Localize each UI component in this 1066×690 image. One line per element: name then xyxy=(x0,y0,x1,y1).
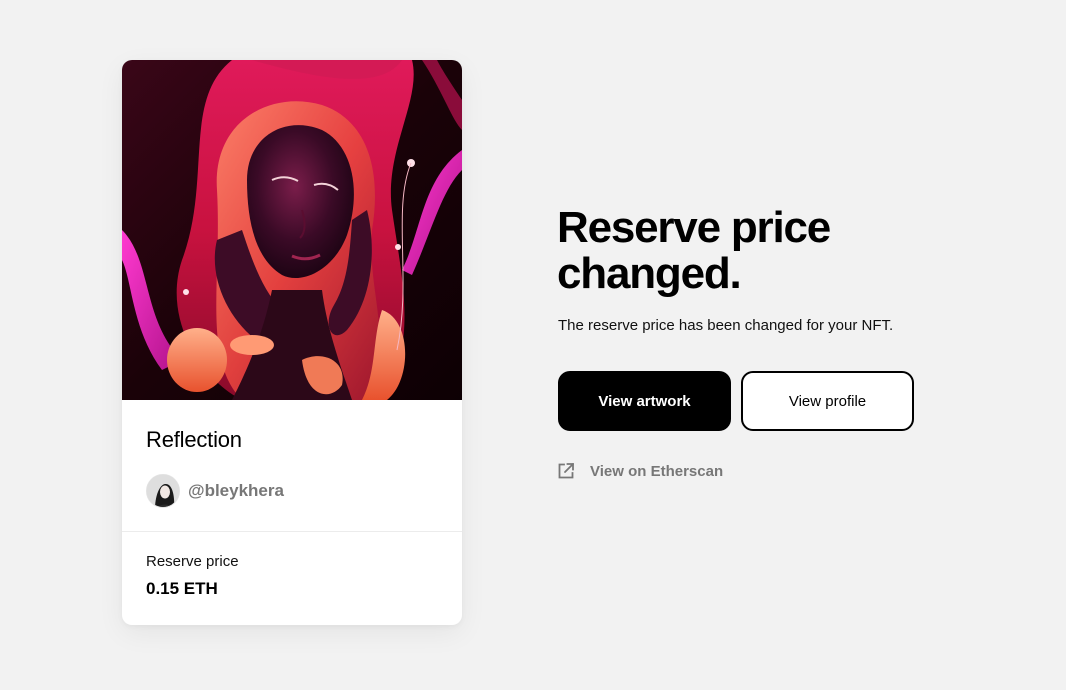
card-price-section: Reserve price 0.15 ETH xyxy=(122,532,462,599)
view-artwork-label: View artwork xyxy=(598,392,691,410)
view-profile-label: View profile xyxy=(788,392,867,410)
reserve-price-value: 0.15 ETH xyxy=(146,579,218,598)
heading-line-1: Reserve price xyxy=(557,203,831,252)
view-profile-button[interactable]: View profile xyxy=(741,371,914,431)
artwork-title[interactable]: Reflection xyxy=(146,426,438,454)
creator-avatar[interactable] xyxy=(146,474,180,508)
creator-handle[interactable]: @bleykhera xyxy=(188,481,284,501)
view-artwork-button[interactable]: View artwork xyxy=(558,371,731,431)
page: Reflection @bleykhera Reserve price 0.15… xyxy=(0,0,1066,690)
nft-card[interactable]: Reflection @bleykhera Reserve price 0.15… xyxy=(122,60,462,625)
heading-line-2: changed. xyxy=(557,249,742,298)
artwork-image[interactable] xyxy=(122,60,462,400)
description-text: The reserve price has been changed for y… xyxy=(558,317,894,334)
card-info: Reflection @bleykhera xyxy=(122,400,462,531)
view-on-etherscan-label: View on Etherscan xyxy=(590,462,724,480)
creator-row[interactable]: @bleykhera xyxy=(146,474,438,508)
external-link-icon xyxy=(557,462,575,480)
view-on-etherscan-link[interactable]: View on Etherscan xyxy=(557,462,723,480)
page-heading: Reserve price changed. xyxy=(557,205,957,297)
reserve-price-label: Reserve price xyxy=(146,553,239,570)
